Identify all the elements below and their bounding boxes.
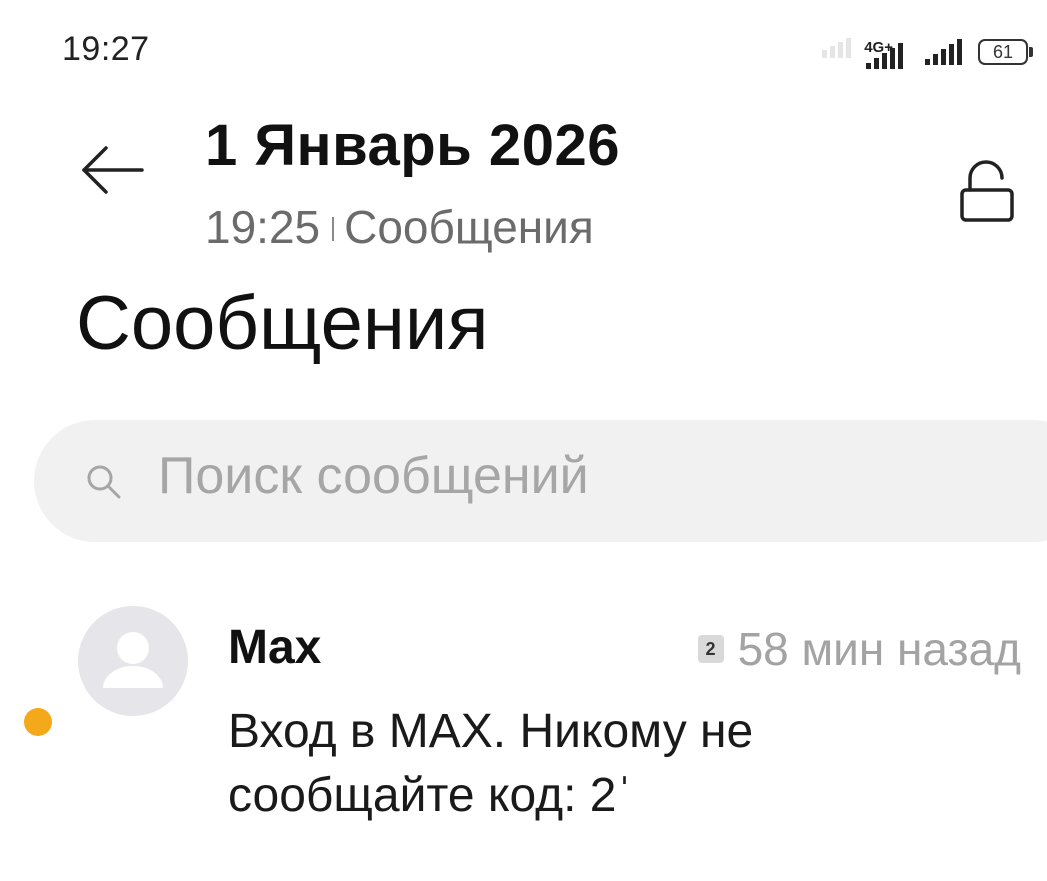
battery-level: 61	[978, 39, 1028, 65]
redaction-overlay	[700, 770, 860, 840]
header-sub-app: Сообщения	[344, 201, 594, 253]
header-title: 1 Январь 2026	[205, 113, 620, 178]
sender-name: Max	[228, 621, 322, 674]
ghost-signal-icon	[822, 38, 851, 58]
status-time: 19:27	[62, 30, 150, 68]
network-type: 4G+	[864, 39, 893, 56]
page-title: Сообщения	[76, 281, 489, 366]
divider	[332, 217, 335, 241]
header-sub-time: 19:25	[205, 201, 321, 253]
signal-sim1-icon: 4G+	[864, 35, 903, 69]
search-placeholder: Поиск сообщений	[158, 447, 589, 505]
unlock-icon[interactable]	[956, 158, 1018, 228]
signal-sim2-icon	[925, 39, 962, 65]
sim2-badge: 2	[697, 635, 724, 663]
header-subtitle: 19:25 Сообщения	[205, 200, 594, 254]
message-time: 58 мин назад	[737, 623, 1021, 675]
unread-indicator	[24, 708, 52, 736]
status-icons: 4G+ 61	[864, 32, 1033, 72]
battery-icon: 61	[978, 39, 1033, 65]
person-icon	[103, 632, 163, 688]
search-input[interactable]: Поиск сообщений	[34, 420, 1047, 542]
back-arrow-icon[interactable]	[80, 142, 144, 198]
message-meta: 2 58 мин назад	[697, 622, 1021, 676]
avatar[interactable]	[78, 606, 188, 716]
search-icon	[87, 465, 121, 499]
